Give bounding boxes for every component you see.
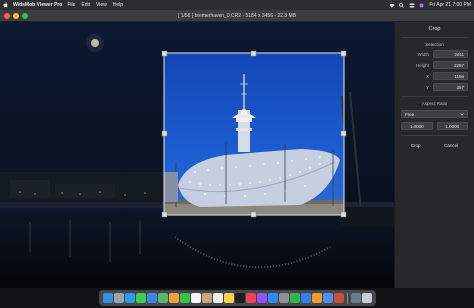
photos-icon[interactable] (168, 293, 179, 303)
settings-icon[interactable] (278, 293, 289, 303)
menu-edit[interactable]: Edit (81, 2, 90, 8)
ratio-height-field[interactable]: 1.0000 (436, 122, 468, 130)
calendar-icon[interactable] (190, 293, 201, 303)
finder-icon[interactable] (102, 293, 113, 303)
selection-heading: Selection (425, 42, 444, 47)
x-row: X 1156 (395, 72, 474, 80)
numbers-icon[interactable] (289, 293, 300, 303)
menu-help[interactable]: Help (113, 2, 123, 8)
trash-icon[interactable] (361, 293, 372, 303)
search-icon[interactable] (399, 2, 405, 8)
crop-button[interactable]: Crop (407, 142, 425, 149)
divider (401, 37, 468, 38)
podcasts-icon[interactable] (256, 293, 267, 303)
height-label: Height (415, 62, 429, 68)
apple-menu-icon[interactable] (3, 2, 10, 8)
menu-bar: WidsMob Viewer Pro File Edit View Help F… (0, 0, 474, 10)
crop-panel: Crop Selection Width 2411 Height 2257 X … (394, 22, 474, 288)
y-field[interactable]: 357 (433, 83, 468, 91)
x-label: X (425, 73, 429, 79)
close-window-icon[interactable] (4, 13, 10, 19)
contacts-icon[interactable] (201, 293, 212, 303)
maps-icon[interactable] (157, 293, 168, 303)
menubar-clock[interactable]: Fri Apr 21 7:00 PM (429, 2, 471, 8)
facetime-icon[interactable] (179, 293, 190, 303)
reminders-icon[interactable] (212, 293, 223, 303)
minimize-window-icon[interactable] (13, 13, 19, 19)
menu-view[interactable]: View (96, 2, 107, 8)
messages-icon[interactable] (135, 293, 146, 303)
width-row: Width 2411 (395, 50, 474, 58)
dock-divider (346, 292, 348, 304)
cancel-button[interactable]: Cancel (440, 142, 462, 149)
appstore-icon[interactable] (267, 293, 278, 303)
siri-icon[interactable] (419, 3, 425, 8)
crop-actions: Crop Cancel (395, 142, 474, 149)
image-canvas[interactable] (0, 22, 394, 288)
ratio-width-field[interactable]: 1.0000 (401, 122, 433, 130)
width-label: Width (417, 51, 429, 57)
launchpad-icon[interactable] (113, 293, 124, 303)
widsmob-icon[interactable] (333, 293, 344, 303)
music-icon[interactable] (245, 293, 256, 303)
xcode-icon[interactable] (322, 293, 333, 303)
dock (98, 290, 376, 306)
keynote-icon[interactable] (300, 293, 311, 303)
tv-icon[interactable] (234, 293, 245, 303)
zoom-window-icon[interactable] (22, 13, 28, 19)
height-row: Height 2257 (395, 61, 474, 69)
width-field[interactable]: 2411 (433, 50, 468, 58)
divider (401, 96, 468, 97)
y-label: Y (425, 84, 429, 90)
aspect-ratio-select[interactable]: Free (401, 110, 468, 118)
aspect-ratio-heading: Aspect Ratio (421, 101, 448, 106)
pages-icon[interactable] (311, 293, 322, 303)
safari-icon[interactable] (124, 293, 135, 303)
downloads-icon[interactable] (350, 293, 361, 303)
window-title-bar: [ 1/56 ] bremerhaven_0.CR2 - 5184 x 3456… (0, 10, 474, 22)
y-row: Y 357 (395, 83, 474, 91)
ratio-fields: 1.0000 1.0000 (395, 122, 474, 130)
panel-title: Crop (428, 26, 441, 32)
photo-preview (0, 22, 394, 288)
divider (401, 135, 468, 136)
window-title: [ 1/56 ] bremerhaven_0.CR2 - 5184 x 3456… (177, 12, 297, 19)
height-field[interactable]: 2257 (433, 61, 468, 69)
dock-area (0, 288, 474, 308)
app-menu[interactable]: WidsMob Viewer Pro (13, 2, 62, 8)
menu-file[interactable]: File (67, 2, 75, 8)
x-field[interactable]: 1156 (433, 72, 468, 80)
notes-icon[interactable] (223, 293, 234, 303)
wifi-icon[interactable] (389, 3, 395, 8)
control-center-icon[interactable] (409, 3, 415, 8)
chevron-down-icon (460, 112, 464, 117)
mail-icon[interactable] (146, 293, 157, 303)
window-controls (4, 13, 28, 19)
aspect-ratio-value: Free (405, 111, 415, 117)
